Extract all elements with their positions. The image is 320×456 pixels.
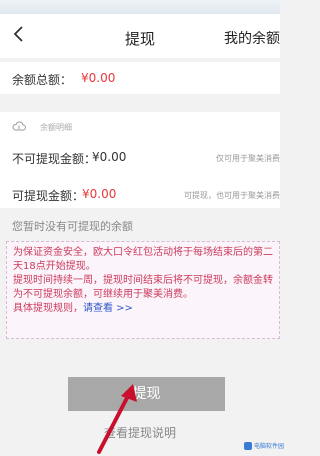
- watermark: 电脑软件园: [244, 440, 284, 454]
- non-withdrawable-label: 不可提现金额：: [12, 152, 97, 166]
- balance-detail-title: 余额明细: [40, 123, 72, 132]
- balance-total-value: ¥0.00: [81, 71, 116, 85]
- watermark-logo-icon: [244, 442, 252, 450]
- rules-prefix: 具体提现规则，: [13, 303, 83, 314]
- balance-detail-card: 余额明细 不可提现金额： ¥0.00 仅可用于聚美消费 可提现金额： ¥0.00…: [0, 112, 280, 208]
- withdraw-button[interactable]: 提现: [68, 377, 225, 411]
- header-bar: 提现 我的余额: [0, 14, 280, 58]
- withdraw-explanation-link[interactable]: 查看提现说明: [0, 424, 280, 441]
- rules-link[interactable]: 请查看 >>: [83, 303, 133, 314]
- my-balance-link[interactable]: 我的余额: [224, 28, 280, 48]
- balance-total-label: 余额总额：: [12, 73, 73, 87]
- non-withdrawable-value: ¥0.00: [92, 150, 127, 164]
- notice-line-2: 提现时间持续一周，提现时间结束后将不可提现，余额金转为不可提现余额，可继续用于聚…: [13, 275, 273, 300]
- balance-total-row: 余额总额： ¥0.00: [0, 62, 280, 94]
- notice-line-1: 为保证资金安全，欧大口令红包活动将于每场结束后的第二天18点开始提现。: [13, 247, 273, 272]
- cloud-icon: [12, 121, 26, 131]
- withdrawable-label: 可提现金额：: [12, 189, 85, 203]
- non-withdrawable-note: 仅可用于聚美消费: [216, 154, 280, 163]
- browser-top-strip: [0, 0, 280, 14]
- withdraw-notice-box: 为保证资金安全，欧大口令红包活动将于每场结束后的第二天18点开始提现。 提现时间…: [6, 241, 280, 339]
- watermark-text: 电脑软件园: [254, 443, 285, 450]
- withdrawable-value: ¥0.00: [82, 187, 117, 201]
- no-balance-message: 您暂时没有可提现的余额: [12, 220, 133, 233]
- notice-rules-line: 具体提现规则，请查看 >>: [13, 302, 273, 316]
- withdrawable-note: 可提现，也可用于聚美消费: [184, 191, 280, 200]
